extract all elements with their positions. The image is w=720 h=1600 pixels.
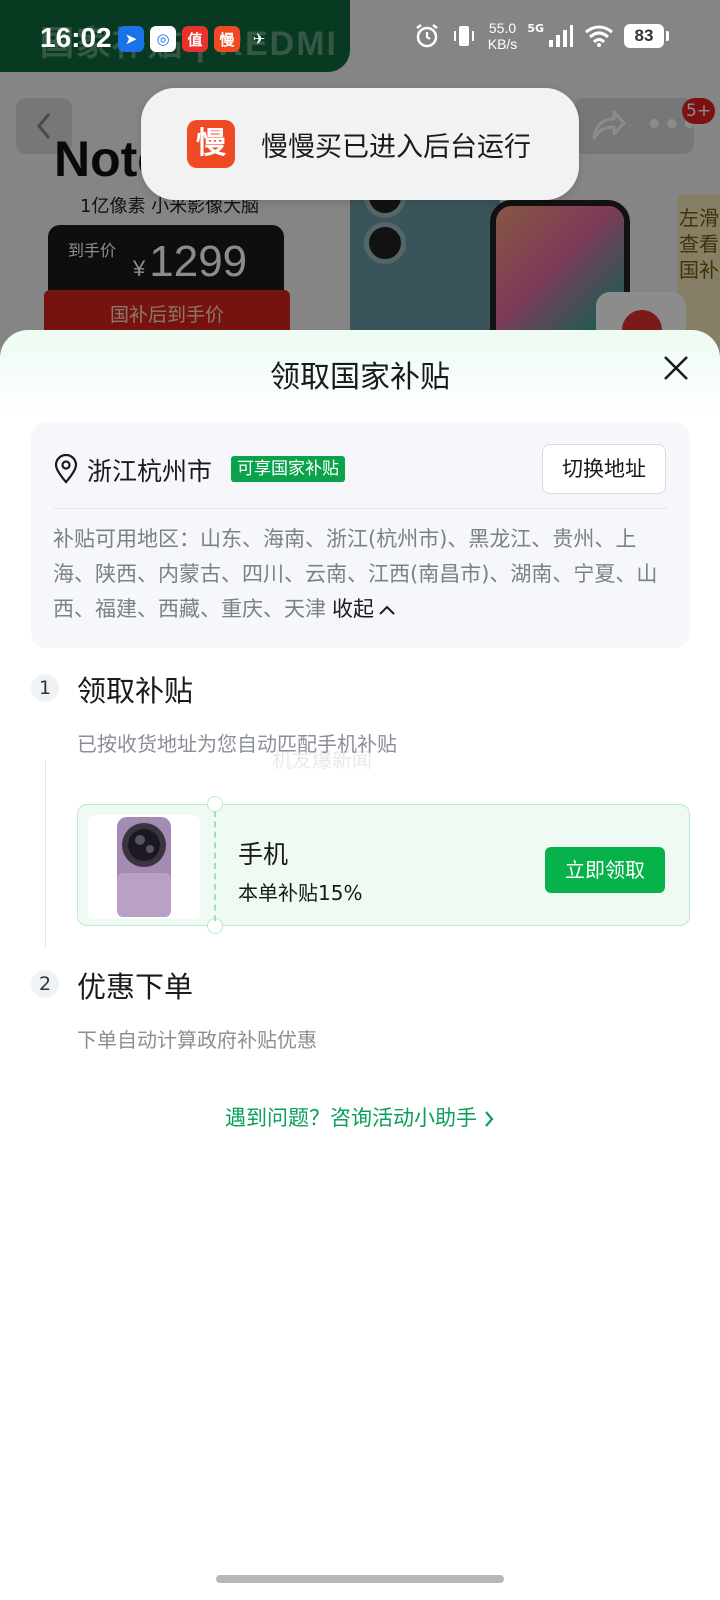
step-number-2: 2 xyxy=(31,970,59,998)
location-pin-icon xyxy=(54,454,78,484)
manman-icon: 慢 xyxy=(214,26,240,52)
coupon-rate: 本单补贴15% xyxy=(238,881,363,905)
claim-now-button[interactable]: 立即领取 xyxy=(545,847,665,893)
manman-app-icon: 慢 xyxy=(187,120,235,168)
battery-indicator: 83 xyxy=(624,24,669,48)
maps-icon: ➤ xyxy=(118,26,144,52)
collapse-label: 收起 xyxy=(332,597,374,621)
address-card: 浙江杭州市 可享国家补贴 切换地址 补贴可用地区：山东、海南、浙江(杭州市)、黑… xyxy=(31,422,690,648)
step-connector xyxy=(45,760,46,948)
help-assistant-link[interactable]: 遇到问题？咨询活动小助手 xyxy=(0,1102,720,1132)
network-speed: 55.0 KB/s xyxy=(488,20,518,52)
toast-text: 慢慢买已进入后台运行 xyxy=(261,131,531,163)
status-time: 16:02 xyxy=(40,22,112,53)
background-running-toast: 慢 慢慢买已进入后台运行 xyxy=(141,88,579,200)
chevron-right-icon xyxy=(485,1111,494,1127)
step-title-1: 领取补贴 xyxy=(77,674,194,708)
close-button[interactable] xyxy=(656,348,696,388)
network-type: 5G xyxy=(527,21,544,35)
phone-subsidy-coupon: 手机 本单补贴15% 立即领取 xyxy=(77,796,690,934)
alarm-icon xyxy=(415,24,438,48)
watermark: 机友爆新闻 xyxy=(272,748,372,772)
vibrate-icon xyxy=(453,26,474,46)
step-desc-2: 下单自动计算政府补贴优惠 xyxy=(77,1028,317,1052)
sheet-title: 领取国家补贴 xyxy=(270,360,450,395)
step-title-2: 优惠下单 xyxy=(77,970,194,1004)
wifi-icon xyxy=(585,25,613,47)
eligible-tag: 可享国家补贴 xyxy=(231,456,345,482)
step-number-1: 1 xyxy=(31,674,59,702)
chevron-up-icon xyxy=(379,605,395,615)
coupon-notch-top xyxy=(207,796,223,812)
net-speed-value: 55.0 xyxy=(488,20,517,36)
messages-icon: ◎ xyxy=(150,26,176,52)
bird-icon: ✈ xyxy=(252,30,266,48)
help-link-text: 遇到问题？咨询活动小助手 xyxy=(225,1106,477,1130)
home-indicator[interactable] xyxy=(216,1575,504,1583)
phone-product-image xyxy=(88,815,200,919)
status-bar: 16:02 ➤ ◎ 值 慢 ✈ 55.0 KB/s 5G 83 xyxy=(0,0,720,80)
switch-address-button[interactable]: 切换地址 xyxy=(542,444,666,494)
signal-icon xyxy=(549,25,573,47)
notification-icons: ➤ ◎ 值 慢 ✈ xyxy=(118,26,272,52)
eligible-regions: 补贴可用地区：山东、海南、浙江(杭州市)、黑龙江、贵州、上海、陕西、内蒙古、四川… xyxy=(53,522,663,627)
zhi-icon: 值 xyxy=(182,26,208,52)
close-icon xyxy=(664,356,688,380)
current-city: 浙江杭州市 xyxy=(87,457,213,486)
net-speed-unit: KB/s xyxy=(487,36,518,52)
coupon-divider xyxy=(214,811,216,921)
subsidy-bottom-sheet: 领取国家补贴 浙江杭州市 可享国家补贴 切换地址 补贴可用地区：山东、海南、浙江… xyxy=(0,330,720,1600)
collapse-link[interactable]: 收起 xyxy=(332,597,396,621)
phone-image-icon xyxy=(117,817,171,917)
divider xyxy=(53,508,668,509)
status-indicators: 55.0 KB/s 5G 83 xyxy=(414,20,669,52)
coupon-category: 手机 xyxy=(238,840,289,869)
